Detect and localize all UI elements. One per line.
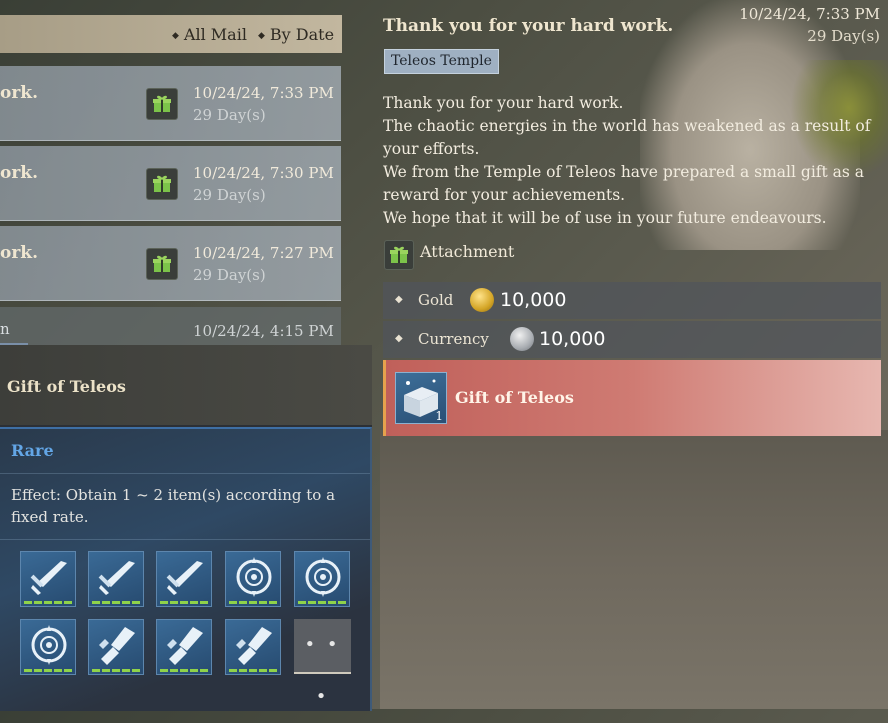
mail-row[interactable]: ork. 10/24/24, 7:33 PM 29 Day(s) [0,66,341,141]
sword-icon[interactable] [88,551,144,607]
mail-subject: ork. [0,163,38,183]
mail-subject: ork. [0,83,38,103]
mail-body-line: We hope that it will be of use in your f… [383,209,827,227]
tooltip-header: Gift of Teleos [0,345,372,425]
mail-date: 10/24/24, 7:33 PM [193,84,334,102]
mail-date: 10/24/24, 7:33 PM [739,5,880,23]
reward-label: Currency [418,330,489,348]
background-ground [380,430,888,709]
rarity-label: Rare [11,441,54,460]
item-tooltip: Gift of Teleos Rare Effect: Obtain 1 ~ 2… [0,345,372,711]
sword-icon[interactable] [20,551,76,607]
tooltip-title: Gift of Teleos [7,377,126,396]
more-items-button[interactable]: • • • [294,619,351,707]
gauntlet-icon[interactable] [225,619,281,675]
reward-amount: 10,000 [500,289,567,311]
treasure-chest-icon: 1 [395,372,447,424]
mail-expiry: 29 Day(s) [193,186,266,204]
mail-body-line: Thank you for your hard work. [383,94,624,112]
bullet-icon: ◆ [395,294,403,305]
attachment-label: Attachment [420,242,515,261]
mail-subject: n [0,320,10,338]
reward-currency[interactable]: ◆ Currency 10,000 [383,321,881,358]
mail-list-header: ◆ All Mail ◆ By Date [0,15,342,53]
mail-expiry: 29 Day(s) [807,27,880,45]
divider [0,539,370,540]
mail-detail-panel: Thank you for your hard work. 10/24/24, … [383,0,888,440]
mail-body-line: We from the Temple of Teleos have prepar… [383,163,865,181]
mail-body-line: your efforts. [383,140,480,158]
mail-date: 10/24/24, 4:15 PM [193,322,334,340]
mail-date: 10/24/24, 7:30 PM [193,164,334,182]
item-quantity: 1 [435,409,443,423]
mail-body-line: The chaotic energies in the world has we… [383,117,871,135]
shield-icon[interactable] [20,619,76,675]
bullet-icon: ◆ [395,333,403,344]
filter-by-date[interactable]: ◆ By Date [258,25,334,44]
mail-expiry: 29 Day(s) [193,266,266,284]
gift-icon [384,240,414,270]
gift-icon [146,168,178,200]
gift-icon [146,248,178,280]
mail-row[interactable]: ork. 10/24/24, 7:27 PM 29 Day(s) [0,226,341,301]
sender-tag: Teleos Temple [384,49,499,74]
gold-coin-icon [470,288,494,312]
filter-all-mail[interactable]: ◆ All Mail [172,25,247,44]
mail-list-panel: ◆ All Mail ◆ By Date ork. 10/24/24, 7:33 P… [0,0,372,711]
mail-body-line: reward for your achievements. [383,186,626,204]
shield-icon[interactable] [225,551,281,607]
mail-date: 10/24/24, 7:27 PM [193,244,334,262]
gauntlet-icon[interactable] [88,619,144,675]
mail-expiry: 29 Day(s) [193,106,266,124]
divider [0,473,370,474]
silver-coin-icon [510,327,534,351]
mail-title: Thank you for your hard work. [383,16,674,36]
reward-label: Gold [418,291,454,309]
effect-description: Effect: Obtain 1 ~ 2 item(s) according t… [11,486,336,526]
gauntlet-icon[interactable] [156,619,212,675]
shield-icon[interactable] [294,551,350,607]
mail-row[interactable]: n 10/24/24, 4:15 PM [0,307,341,346]
mail-subject: ork. [0,243,38,263]
gift-icon [146,88,178,120]
reward-amount: 10,000 [539,328,606,350]
attachment-item-gift[interactable]: 1 Gift of Teleos [383,360,881,436]
reward-gold[interactable]: ◆ Gold 10,000 [383,282,881,319]
tooltip-body: Rare Effect: Obtain 1 ~ 2 item(s) accord… [0,427,372,711]
mail-row[interactable]: ork. 10/24/24, 7:30 PM 29 Day(s) [0,146,341,221]
sword-icon[interactable] [156,551,212,607]
attachment-header: Attachment [383,238,683,270]
item-name: Gift of Teleos [455,388,574,407]
